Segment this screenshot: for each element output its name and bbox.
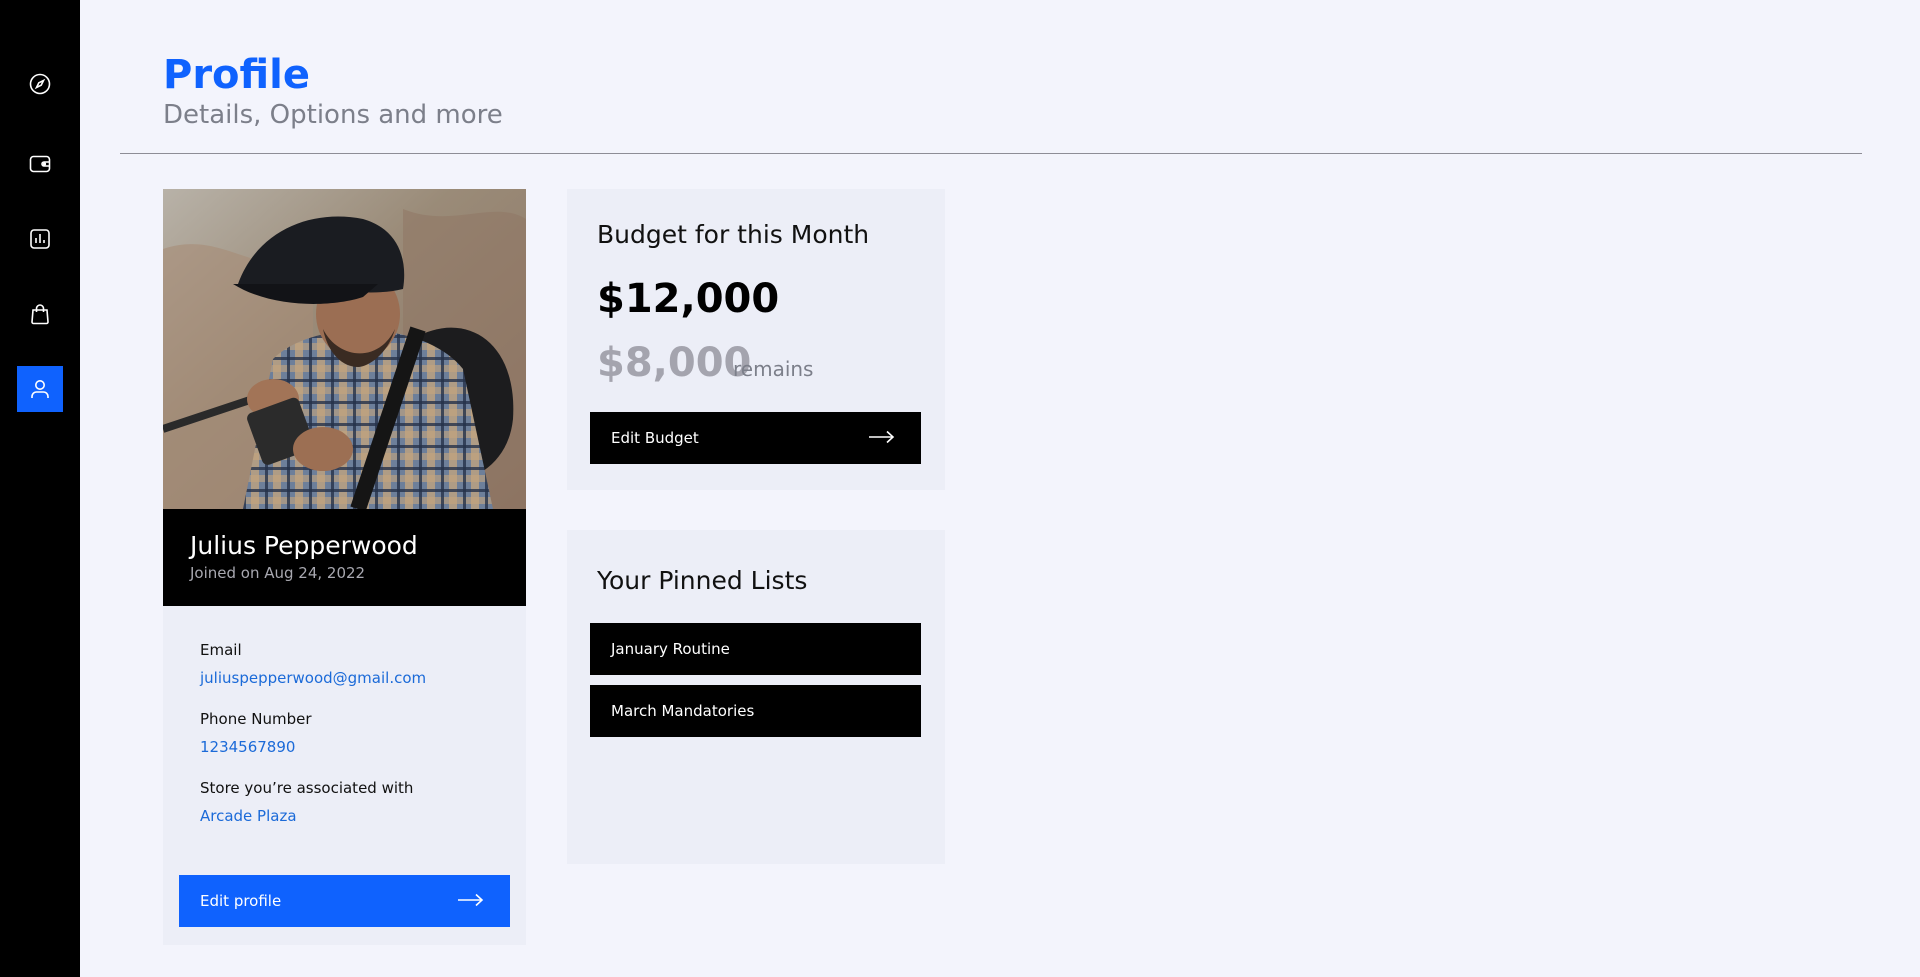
wallet-icon bbox=[29, 155, 51, 173]
pinned-lists-card: Your Pinned Lists January Routine March … bbox=[567, 530, 945, 864]
arrow-right-icon bbox=[869, 430, 895, 444]
sidebar bbox=[0, 0, 80, 977]
store-label: Store you’re associated with bbox=[200, 779, 414, 797]
report-icon bbox=[30, 229, 50, 249]
pinned-list-item[interactable]: March Mandatories bbox=[590, 685, 921, 737]
phone-link[interactable]: 1234567890 bbox=[200, 738, 295, 756]
edit-profile-label: Edit profile bbox=[200, 892, 282, 910]
shopping-bag-icon bbox=[31, 304, 49, 325]
budget-total: $12,000 bbox=[597, 276, 780, 322]
budget-remaining-label: remains bbox=[733, 357, 814, 381]
budget-title: Budget for this Month bbox=[597, 220, 870, 249]
store-link[interactable]: Arcade Plaza bbox=[200, 807, 297, 825]
pinned-list-label: January Routine bbox=[611, 640, 730, 658]
nav-profile[interactable] bbox=[17, 366, 63, 412]
profile-card: Julius Pepperwood Joined on Aug 24, 2022… bbox=[163, 189, 526, 945]
arrow-right-icon bbox=[458, 893, 484, 907]
pinned-list-item[interactable]: January Routine bbox=[590, 623, 921, 675]
edit-budget-label: Edit Budget bbox=[611, 429, 699, 447]
email-label: Email bbox=[200, 641, 242, 659]
nav-explore[interactable] bbox=[17, 61, 63, 107]
join-date: Joined on Aug 24, 2022 bbox=[190, 564, 366, 582]
page-title: Profile bbox=[163, 52, 311, 98]
edit-budget-button[interactable]: Edit Budget bbox=[590, 412, 921, 464]
nav-reports[interactable] bbox=[17, 216, 63, 262]
profile-name-block: Julius Pepperwood Joined on Aug 24, 2022 bbox=[163, 509, 526, 606]
user-name: Julius Pepperwood bbox=[190, 531, 418, 560]
nav-wallet[interactable] bbox=[17, 141, 63, 187]
phone-label: Phone Number bbox=[200, 710, 312, 728]
budget-remaining: $8,000 bbox=[597, 340, 752, 386]
edit-profile-button[interactable]: Edit profile bbox=[179, 875, 510, 927]
header-divider bbox=[120, 153, 1862, 154]
nav-shop[interactable] bbox=[17, 291, 63, 337]
pinned-lists-title: Your Pinned Lists bbox=[597, 566, 808, 595]
budget-card: Budget for this Month $12,000 $8,000 rem… bbox=[567, 189, 945, 490]
profile-photo bbox=[163, 189, 526, 509]
compass-icon bbox=[29, 73, 51, 95]
email-link[interactable]: juliuspepperwood@gmail.com bbox=[200, 669, 426, 687]
pinned-list-label: March Mandatories bbox=[611, 702, 755, 720]
page-subtitle: Details, Options and more bbox=[163, 100, 503, 130]
user-icon bbox=[31, 380, 49, 398]
